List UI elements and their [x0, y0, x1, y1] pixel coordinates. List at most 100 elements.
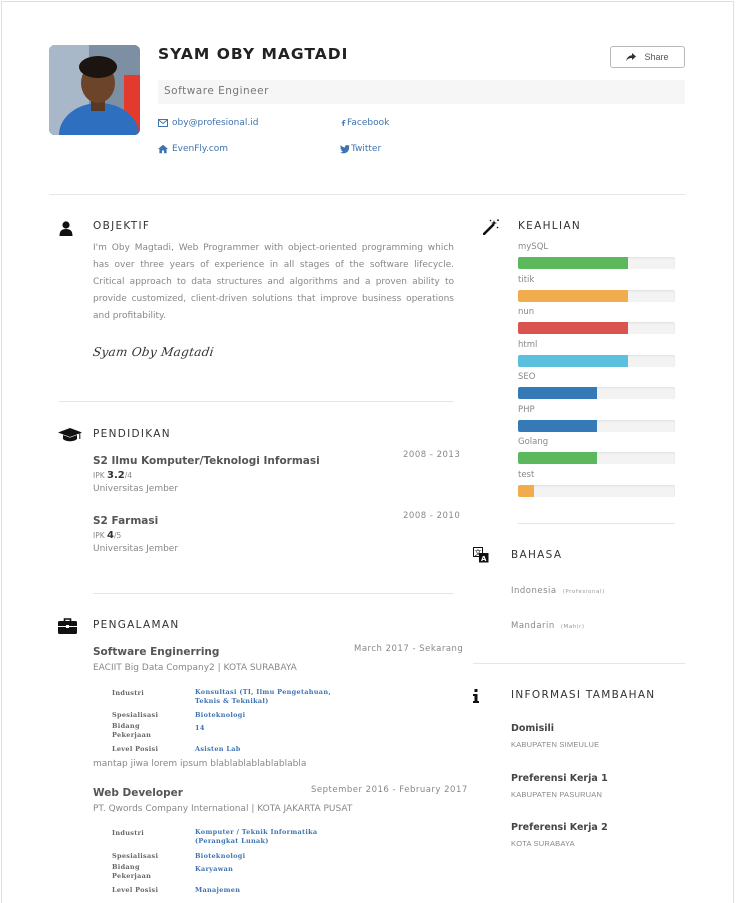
language-level: (Mahir): [560, 624, 585, 630]
language-item-2: Mandarin (Mahir): [511, 621, 585, 631]
job-title: Software Engineer: [164, 85, 269, 97]
languages-divider: [473, 663, 685, 664]
detail-label-industri: Industri: [112, 829, 144, 837]
detail-value-bidang: Karyawan: [195, 865, 234, 873]
ipk-label: IPK: [93, 531, 105, 540]
skill-bar-track: [518, 484, 675, 497]
skill-label: mySQL: [518, 242, 549, 252]
ipk-value: 4: [107, 530, 115, 541]
languages-heading: BAHASA: [511, 549, 563, 561]
envelope-icon: [158, 119, 168, 127]
education-school-1: Universitas Jember: [93, 484, 179, 494]
education-ipk-1: IPK 3.2/4: [93, 470, 132, 481]
skill-bar-track: [518, 387, 675, 399]
experience-company-1: EACIIT Big Data Company2 | KOTA SURABAYA: [93, 663, 297, 673]
signature: Syam Oby Magtadi: [92, 345, 215, 359]
magic-wand-icon: [483, 219, 499, 235]
contact-twitter[interactable]: Twitter: [340, 144, 381, 154]
detail-label-level: Level Posisi: [112, 886, 159, 894]
experience-role-2: Web Developer: [93, 787, 183, 799]
detail-value-spesialisasi: Bioteknologi: [195, 711, 246, 719]
skill-label: test: [518, 469, 535, 480]
experience-description-1: mantap jiwa lorem ipsum blablablablablab…: [93, 759, 307, 769]
skill-bar-fill: [518, 452, 597, 464]
language-name: Indonesia: [511, 586, 557, 596]
briefcase-icon: [58, 618, 77, 634]
detail-label-level: Level Posisi: [112, 745, 159, 753]
profile-name: SYAM OBY MAGTADI: [158, 45, 349, 63]
skill-bar-track: [518, 452, 675, 464]
skill-bar-track: [518, 354, 675, 367]
objective-divider: [59, 401, 454, 402]
skill-label: SEO: [518, 372, 536, 382]
avatar-photo: [49, 45, 140, 135]
share-icon: [626, 52, 637, 61]
skill-label: PHP: [518, 404, 535, 415]
contact-facebook[interactable]: Facebook: [340, 118, 389, 128]
skill-bar-track: [518, 419, 675, 432]
detail-label-bidang: Bidang Pekerjaan: [112, 863, 152, 880]
detail-label-spesialisasi: Spesialisasi: [112, 711, 159, 719]
experience-period-1: March 2017 - Sekarang: [354, 644, 464, 654]
education-ipk-2: IPK 4/5: [93, 530, 121, 541]
skill-bar-track: [518, 257, 675, 269]
contact-website[interactable]: EvenFly.com: [158, 144, 228, 154]
objective-text: I'm Oby Magtadi, Web Programmer with obj…: [93, 243, 454, 321]
detail-value-industri: Komputer / Teknik Informatika (Perangkat…: [195, 828, 318, 845]
detail-value-level: Manajemen: [195, 886, 241, 894]
ipk-max: /4: [124, 471, 133, 480]
skill-label: titik: [518, 274, 535, 285]
skill-label: Golang: [518, 437, 549, 447]
profile-avatar: [49, 45, 140, 135]
skill-bar-fill: [518, 419, 597, 432]
detail-value-industri: Konsultasi (TI, Ilmu Pengetahuan, Teknis…: [195, 688, 331, 705]
skill-bar-track: [518, 322, 675, 334]
experience-heading: PENGALAMAN: [93, 619, 180, 631]
info-value-preferensi-1: KABUPATEN PASURUAN: [511, 790, 603, 799]
skill-bar-track: [518, 289, 675, 302]
contact-email[interactable]: oby@profesional.id: [158, 118, 258, 128]
detail-label-spesialisasi: Spesialisasi: [112, 852, 159, 860]
info-title-domisili: Domisili: [511, 723, 554, 734]
education-degree-2: S2 Farmasi: [93, 515, 159, 527]
skills-heading: KEAHLIAN: [518, 220, 581, 232]
detail-label-industri: Industri: [112, 689, 144, 697]
header-divider: [49, 194, 685, 195]
info-value-domisili: KABUPATEN SIMEULUE: [511, 740, 600, 749]
skill-bar-fill: [518, 354, 628, 367]
info-icon: [473, 689, 479, 703]
skill-bar-fill: [518, 484, 534, 497]
contact-twitter-text: Twitter: [351, 144, 382, 154]
language-level: (Profesional): [562, 589, 605, 595]
detail-value-bidang: 14: [195, 724, 205, 732]
experience-period-2: September 2016 - February 2017: [311, 785, 468, 795]
detail-value-spesialisasi: Bioteknologi: [195, 852, 246, 860]
education-years-2: 2008 - 2010: [403, 511, 461, 521]
education-heading: PENDIDIKAN: [93, 428, 171, 440]
skills-divider: [518, 523, 675, 524]
additional-heading: INFORMASI TAMBAHAN: [511, 689, 656, 701]
detail-value-level: Asisten Lab: [195, 745, 241, 753]
info-value-preferensi-2: KOTA SURABAYA: [511, 839, 575, 848]
experience-role-1: Software Enginerring: [93, 646, 220, 658]
skill-label: html: [518, 339, 538, 350]
skill-bar-fill: [518, 289, 628, 302]
share-button[interactable]: Share: [610, 46, 685, 68]
contact-email-text: oby@profesional.id: [172, 118, 259, 128]
skill-label: nun: [518, 307, 535, 317]
skill-bar-fill: [518, 257, 628, 269]
info-title-preferensi-1: Preferensi Kerja 1: [511, 773, 608, 784]
experience-company-2: PT. Qwords Company International | KOTA …: [93, 804, 353, 814]
info-title-preferensi-2: Preferensi Kerja 2: [511, 822, 608, 833]
contact-website-text: EvenFly.com: [172, 144, 229, 154]
ipk-label: IPK: [93, 471, 105, 480]
objective-heading: OBJEKTIF: [93, 220, 151, 232]
twitter-icon: [340, 145, 350, 154]
education-divider: [93, 593, 454, 594]
language-item-1: Indonesia (Profesional): [511, 586, 605, 596]
translate-icon: 文 A: [473, 547, 489, 563]
skill-bar-fill: [518, 322, 628, 334]
skill-bar-fill: [518, 387, 597, 399]
share-button-label: Share: [644, 52, 669, 62]
education-years-1: 2008 - 2013: [403, 450, 461, 460]
